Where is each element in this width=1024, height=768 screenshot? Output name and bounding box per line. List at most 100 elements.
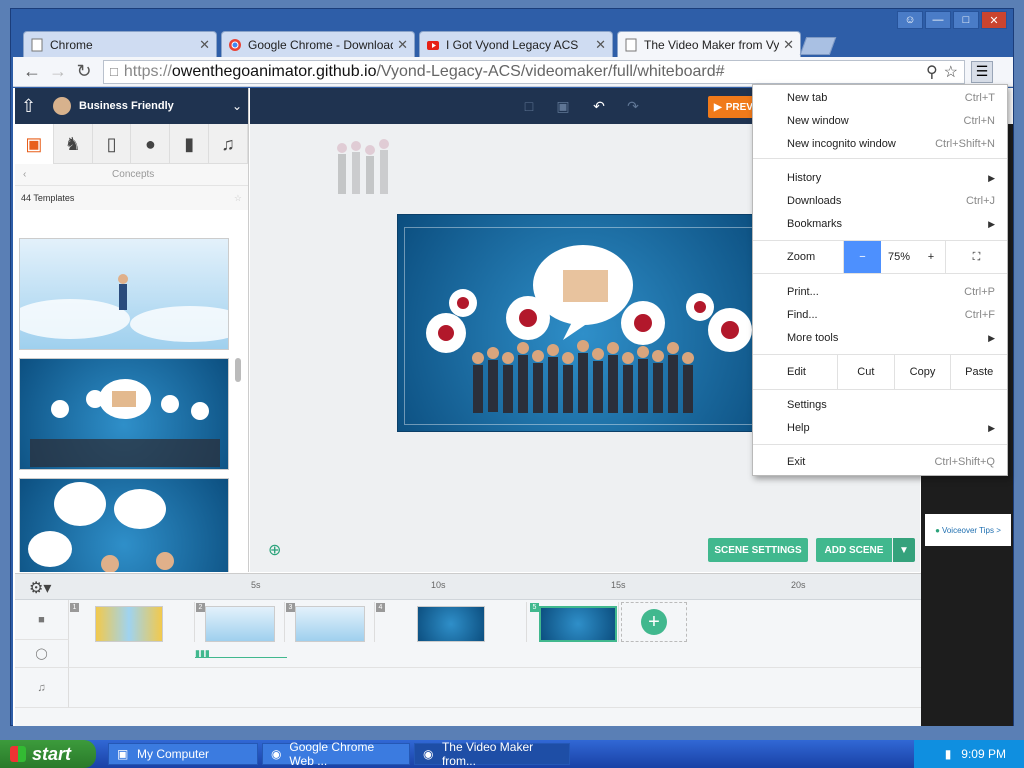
page-icon bbox=[30, 38, 44, 52]
close-icon[interactable]: ✕ bbox=[397, 37, 408, 53]
timeline-scene-selected[interactable]: 5 bbox=[529, 602, 619, 642]
voiceover-tips-link[interactable]: ● Voiceover Tips > bbox=[925, 514, 1011, 546]
timeline: ⚙▾ 5s 10s 15s 20s ■ ◯ ♫ 1 2 3 4 5 + ▮▮▮ bbox=[15, 573, 921, 726]
text-bubble-icon[interactable]: ● bbox=[131, 124, 171, 164]
concepts-header: ‹ Concepts bbox=[15, 164, 248, 186]
star-icon[interactable]: ☆ bbox=[234, 193, 242, 204]
copy-icon[interactable]: □ bbox=[512, 88, 546, 124]
menu-item-bookmarks[interactable]: Bookmarks ▶ bbox=[753, 213, 1007, 235]
copy-button[interactable]: Copy bbox=[893, 355, 951, 389]
tab-youtube[interactable]: I Got Vyond Legacy ACS ✕ bbox=[419, 31, 613, 57]
menu-label: Print... bbox=[787, 286, 819, 298]
start-button[interactable]: start bbox=[0, 740, 96, 768]
tab-chrome[interactable]: Chrome ✕ bbox=[23, 31, 217, 57]
add-scene-dropdown[interactable]: ▼ bbox=[893, 538, 915, 562]
theme-name[interactable]: Business Friendly bbox=[79, 100, 232, 112]
template-thumbnail[interactable] bbox=[19, 478, 229, 572]
scene-settings-button[interactable]: SCENE SETTINGS bbox=[708, 538, 808, 562]
menu-item-print[interactable]: Print... Ctrl+P bbox=[753, 281, 1007, 303]
audio-clip[interactable]: ▮▮▮ bbox=[195, 648, 287, 658]
task-video-maker[interactable]: ◉ The Video Maker from... bbox=[414, 740, 570, 768]
zoom-out-button[interactable]: − bbox=[843, 241, 881, 273]
redo-icon[interactable]: ↷ bbox=[616, 88, 650, 124]
menu-item-new-tab[interactable]: New tab Ctrl+T bbox=[753, 87, 1007, 109]
menu-item-settings[interactable]: Settings bbox=[753, 394, 1007, 416]
timeline-scene[interactable]: 2 bbox=[195, 602, 285, 642]
chrome-menu-button[interactable]: ☰ bbox=[971, 60, 993, 83]
timeline-scene[interactable]: 3 bbox=[285, 602, 375, 642]
template-thumbnail[interactable] bbox=[19, 358, 229, 470]
scene-thumbnail bbox=[295, 606, 365, 642]
add-scene-timeline-button[interactable]: + bbox=[621, 602, 687, 642]
task-label: My Computer bbox=[137, 747, 210, 761]
tab-chrome-download[interactable]: Google Chrome - Download ✕ bbox=[221, 31, 415, 57]
zoom-in-icon[interactable]: ⊕ bbox=[268, 540, 281, 560]
upload-icon[interactable]: ⇧ bbox=[21, 96, 49, 117]
youtube-icon bbox=[426, 38, 440, 52]
menu-item-more-tools[interactable]: More tools ▶ bbox=[753, 327, 1007, 349]
tick-label: 5s bbox=[251, 580, 261, 590]
task-my-computer[interactable]: ▣ My Computer bbox=[108, 743, 258, 765]
chrome-icon: ◉ bbox=[423, 747, 434, 761]
paste-button[interactable]: Paste bbox=[950, 355, 1007, 389]
tab-video-maker[interactable]: The Video Maker from Vyond ✕ bbox=[617, 31, 801, 57]
phone-icon[interactable]: ▯ bbox=[93, 124, 132, 164]
reload-icon[interactable]: ↻ bbox=[71, 60, 97, 84]
scrollbar-thumb[interactable] bbox=[235, 358, 241, 382]
image-icon[interactable]: ▣ bbox=[15, 124, 54, 164]
task-label: The Video Maker from... bbox=[441, 740, 534, 768]
menu-item-new-window[interactable]: New window Ctrl+N bbox=[753, 110, 1007, 132]
scene-thumbnail bbox=[95, 606, 163, 642]
close-icon[interactable]: ✕ bbox=[199, 37, 210, 53]
chrome-menu: New tab Ctrl+T New window Ctrl+N New incog… bbox=[752, 84, 1008, 476]
address-bar[interactable]: □ https:// owenthegoanimator.github.io /… bbox=[103, 59, 965, 84]
character-icon[interactable]: ♞ bbox=[54, 124, 93, 164]
start-label: start bbox=[32, 743, 72, 764]
menu-zoom-row: Zoom − 75% + ⛶ bbox=[753, 241, 1007, 273]
music-icon[interactable]: ♫ bbox=[209, 124, 248, 164]
forward-icon[interactable]: → bbox=[45, 60, 71, 84]
scene-thumbnail bbox=[539, 606, 617, 642]
scene-number: 1 bbox=[70, 603, 79, 612]
menu-item-downloads[interactable]: Downloads Ctrl+J bbox=[753, 190, 1007, 212]
scene-canvas[interactable] bbox=[397, 214, 769, 432]
close-icon[interactable]: ✕ bbox=[783, 37, 794, 53]
back-icon[interactable]: ← bbox=[19, 60, 45, 84]
menu-item-history[interactable]: History ▶ bbox=[753, 167, 1007, 189]
new-tab-button[interactable] bbox=[799, 37, 837, 55]
zoom-in-button[interactable]: + bbox=[917, 241, 945, 273]
chevron-down-icon[interactable]: ⌄ bbox=[232, 99, 242, 113]
chart-icon[interactable]: ▮ bbox=[170, 124, 210, 164]
microphone-icon: ◯ bbox=[15, 640, 69, 668]
menu-shortcut: Ctrl+Shift+Q bbox=[934, 456, 995, 468]
undo-icon[interactable]: ↶ bbox=[582, 88, 616, 124]
page-icon bbox=[624, 38, 638, 52]
paste-icon[interactable]: ▣ bbox=[546, 88, 580, 124]
task-chrome-web[interactable]: ◉ Google Chrome Web ... bbox=[262, 740, 410, 768]
timeline-scene[interactable]: 1 bbox=[69, 602, 195, 642]
star-icon[interactable]: ☆ bbox=[944, 62, 958, 82]
menu-label: Help bbox=[787, 422, 810, 434]
timeline-scene[interactable]: 4 bbox=[375, 602, 527, 642]
gear-icon[interactable]: ⚙▾ bbox=[29, 578, 51, 598]
template-thumbnail[interactable] bbox=[19, 238, 229, 350]
menu-item-new-incognito[interactable]: New incognito window Ctrl+Shift+N bbox=[753, 133, 1007, 155]
menu-item-exit[interactable]: Exit Ctrl+Shift+Q bbox=[753, 451, 1007, 473]
asset-panel: ⇧ Business Friendly ⌄ ▣ ♞ ▯ ● ▮ ♫ ‹ Conc… bbox=[15, 88, 249, 572]
avatar bbox=[53, 97, 71, 115]
zoom-label: Zoom bbox=[787, 251, 816, 263]
network-icon[interactable]: ▮ bbox=[945, 747, 952, 761]
windows-logo-icon bbox=[10, 746, 26, 762]
cut-button[interactable]: Cut bbox=[837, 355, 894, 389]
menu-label: Find... bbox=[787, 309, 818, 321]
add-scene-button[interactable]: ADD SCENE bbox=[816, 538, 892, 562]
scene-number: 2 bbox=[196, 603, 205, 612]
url-path: /Vyond-Legacy-ACS/videomaker/full/whiteb… bbox=[376, 62, 725, 80]
fullscreen-icon[interactable]: ⛶ bbox=[945, 241, 1007, 273]
url-host: owenthegoanimator.github.io bbox=[171, 62, 377, 80]
template-count: 44 Templates bbox=[21, 193, 75, 203]
menu-item-find[interactable]: Find... Ctrl+F bbox=[753, 304, 1007, 326]
menu-item-help[interactable]: Help ▶ bbox=[753, 417, 1007, 439]
close-icon[interactable]: ✕ bbox=[595, 37, 606, 53]
search-icon[interactable]: ⚲ bbox=[926, 62, 938, 82]
